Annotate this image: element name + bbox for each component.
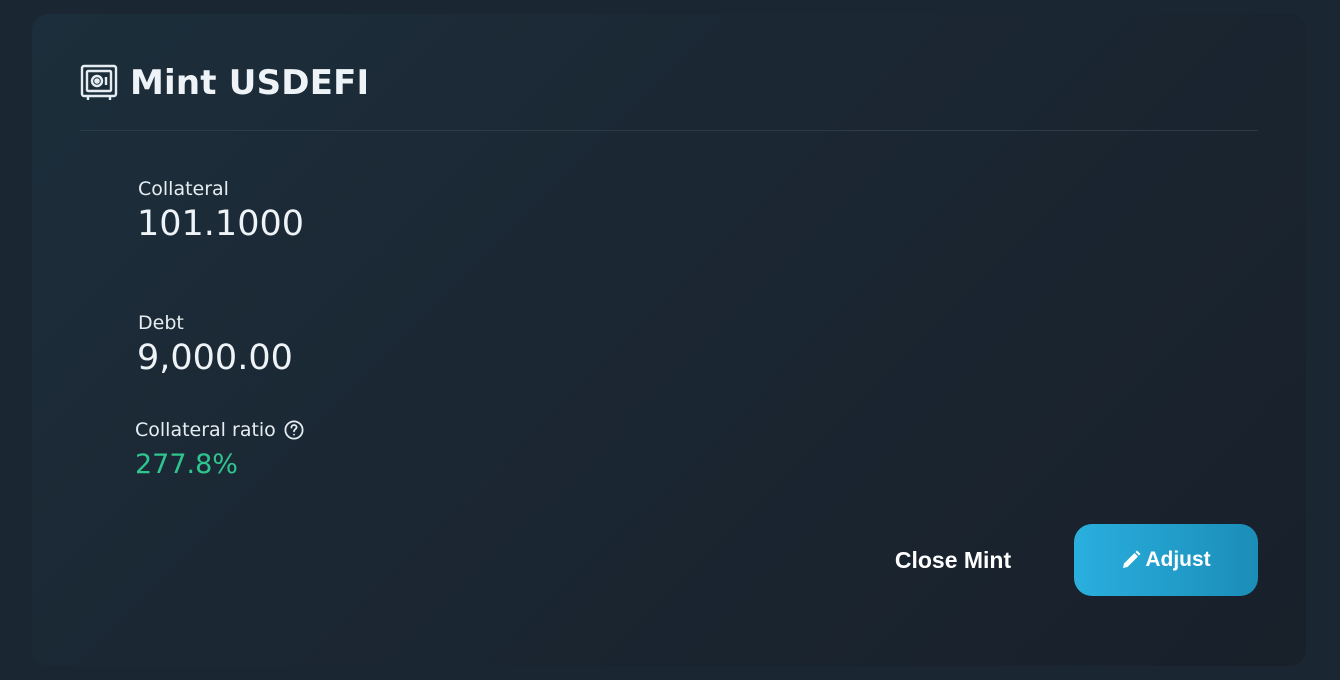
collateral-value: 101.1000 <box>137 204 305 244</box>
page-title: Mint USDEFI <box>130 63 370 103</box>
safe-icon <box>80 64 118 102</box>
header-divider <box>80 130 1258 131</box>
adjust-button[interactable]: Adjust <box>1074 524 1258 596</box>
collateral-ratio-label-row: Collateral ratio <box>135 420 304 440</box>
collateral-label: Collateral <box>138 178 229 200</box>
mint-card: Mint USDEFI Collateral 101.1000 Debt 9,0… <box>32 14 1306 666</box>
close-mint-button[interactable]: Close Mint <box>880 540 1026 580</box>
card-header: Mint USDEFI <box>80 64 369 102</box>
debt-value: 9,000.00 <box>137 338 293 378</box>
pencil-icon <box>1121 550 1141 570</box>
collateral-ratio-label: Collateral ratio <box>135 418 276 441</box>
help-circle-icon[interactable] <box>284 420 304 440</box>
adjust-button-label: Adjust <box>1145 548 1211 571</box>
collateral-ratio-value: 277.8% <box>135 449 238 480</box>
debt-label: Debt <box>138 312 184 334</box>
